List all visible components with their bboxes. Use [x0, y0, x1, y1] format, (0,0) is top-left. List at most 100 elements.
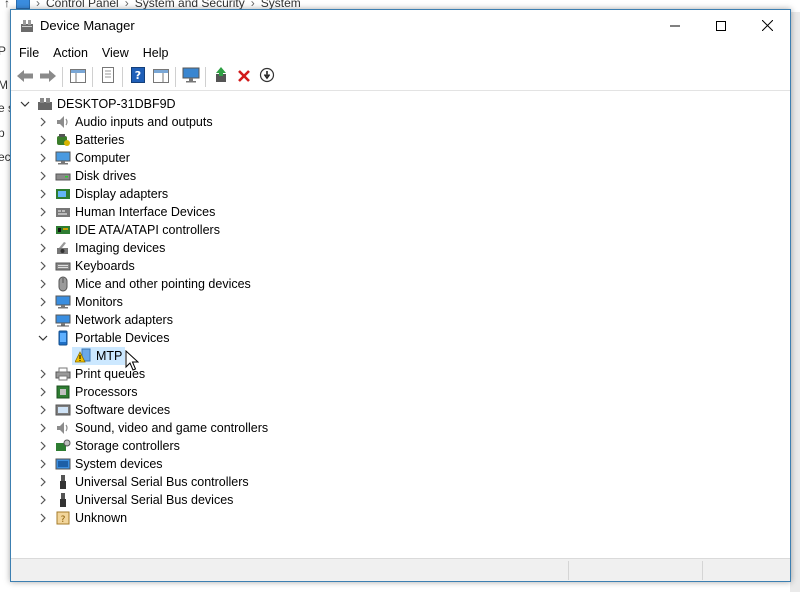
forward-arrow-icon [39, 68, 57, 87]
tree-root[interactable]: DESKTOP-31DBF9D [18, 95, 176, 113]
chevron-right-icon[interactable] [36, 473, 50, 491]
tree-category[interactable]: Portable Devices [36, 329, 170, 347]
maximize-icon [716, 20, 726, 31]
title-bar[interactable]: Device Manager [11, 10, 790, 42]
tree-category-label: Keyboards [75, 259, 135, 273]
svg-text:?: ? [61, 515, 66, 525]
close-icon [761, 20, 773, 31]
chevron-right-icon[interactable] [36, 239, 50, 257]
tree-category-label: Network adapters [75, 313, 173, 327]
show-hide-console-tree-button[interactable] [66, 66, 89, 88]
svg-text:?: ? [134, 69, 140, 82]
help-icon: ? [130, 67, 145, 87]
toolbar-separator [175, 67, 176, 87]
chevron-right-icon[interactable] [36, 149, 50, 167]
menu-file[interactable]: File [11, 42, 46, 64]
tree-category-label: Display adapters [75, 187, 169, 201]
action-pane-icon [152, 68, 169, 87]
chevron-down-icon[interactable] [18, 95, 32, 113]
chevron-right-icon[interactable] [36, 419, 50, 437]
tree-category[interactable]: Batteries [36, 131, 124, 149]
chevron-down-icon[interactable] [36, 329, 50, 347]
chevron-right-icon[interactable] [36, 365, 50, 383]
software-device-icon [55, 402, 71, 418]
tree-category[interactable]: Network adapters [36, 311, 173, 329]
tree-category[interactable]: Display adapters [36, 185, 168, 203]
scan-hardware-icon [182, 67, 200, 87]
minimize-icon [670, 21, 680, 31]
tree-category[interactable]: Computer [36, 149, 130, 167]
keyboard-icon [55, 258, 71, 274]
tree-category[interactable]: Monitors [36, 293, 123, 311]
toolbar-separator [62, 67, 63, 87]
help-button[interactable]: ? [126, 66, 149, 88]
tree-category[interactable]: Software devices [36, 401, 170, 419]
chevron-right-icon[interactable] [36, 401, 50, 419]
tree-category[interactable]: Disk drives [36, 167, 136, 185]
menu-bar: File Action View Help [11, 42, 790, 64]
tree-category[interactable]: Processors [36, 383, 138, 401]
uninstall-device-icon [237, 68, 251, 87]
toolbar-separator [122, 67, 123, 87]
hid-icon [55, 204, 71, 220]
sound-controller-icon [55, 420, 71, 436]
menu-action[interactable]: Action [46, 42, 95, 64]
warning-device-icon [75, 348, 91, 364]
tree-category[interactable]: Universal Serial Bus devices [36, 491, 233, 509]
back-button[interactable] [13, 66, 36, 88]
tree-category[interactable]: ? Unknown [36, 509, 127, 527]
tree-category[interactable]: System devices [36, 455, 163, 473]
tree-category[interactable]: Mice and other pointing devices [36, 275, 251, 293]
chevron-right-icon[interactable] [36, 113, 50, 131]
unknown-device-icon: ? [55, 510, 71, 526]
tree-category[interactable]: Keyboards [36, 257, 135, 275]
chevron-right-icon[interactable] [36, 383, 50, 401]
chevron-right-icon[interactable] [36, 455, 50, 473]
usb-device-icon [55, 492, 71, 508]
close-button[interactable] [744, 10, 790, 41]
toolbar-separator [205, 67, 206, 87]
chevron-right-icon[interactable] [36, 167, 50, 185]
chevron-right-icon[interactable] [36, 491, 50, 509]
update-driver-icon [213, 67, 229, 87]
status-bar-divider [568, 561, 569, 580]
chevron-right-icon[interactable] [36, 509, 50, 527]
portable-device-icon [55, 330, 71, 346]
properties-button[interactable] [96, 66, 119, 88]
tree-device-item[interactable]: MTP [72, 347, 126, 365]
tree-category[interactable]: Sound, video and game controllers [36, 419, 268, 437]
chevron-right-icon[interactable] [36, 311, 50, 329]
chevron-right-icon[interactable] [36, 257, 50, 275]
usb-icon [55, 474, 71, 490]
action-pane-button[interactable] [149, 66, 172, 88]
chevron-right-icon[interactable] [36, 203, 50, 221]
tree-category-label: Storage controllers [75, 439, 180, 453]
chevron-right-icon[interactable] [36, 275, 50, 293]
tree-category[interactable]: Universal Serial Bus controllers [36, 473, 249, 491]
chevron-right-icon[interactable] [36, 185, 50, 203]
disable-device-button[interactable] [255, 66, 278, 88]
tree-category[interactable]: Audio inputs and outputs [36, 113, 213, 131]
minimize-button[interactable] [652, 10, 698, 41]
chevron-right-icon[interactable] [36, 131, 50, 149]
menu-help[interactable]: Help [136, 42, 176, 64]
scan-hardware-button[interactable] [179, 66, 202, 88]
maximize-button[interactable] [698, 10, 744, 41]
chevron-right-icon[interactable] [36, 293, 50, 311]
chevron-right-icon[interactable] [36, 437, 50, 455]
disable-device-icon [259, 67, 275, 87]
mouse-icon [55, 276, 71, 292]
tree-category[interactable]: Imaging devices [36, 239, 165, 257]
uninstall-device-button[interactable] [232, 66, 255, 88]
tree-category[interactable]: Human Interface Devices [36, 203, 215, 221]
chevron-right-icon[interactable] [36, 221, 50, 239]
forward-button[interactable] [36, 66, 59, 88]
tree-category-label: Portable Devices [75, 331, 170, 345]
menu-view[interactable]: View [95, 42, 136, 64]
tree-category[interactable]: Storage controllers [36, 437, 180, 455]
device-manager-icon [19, 18, 35, 34]
update-driver-button[interactable] [209, 66, 232, 88]
speaker-icon [55, 114, 71, 130]
window-title: Device Manager [40, 18, 135, 33]
tree-category[interactable]: IDE ATA/ATAPI controllers [36, 221, 220, 239]
